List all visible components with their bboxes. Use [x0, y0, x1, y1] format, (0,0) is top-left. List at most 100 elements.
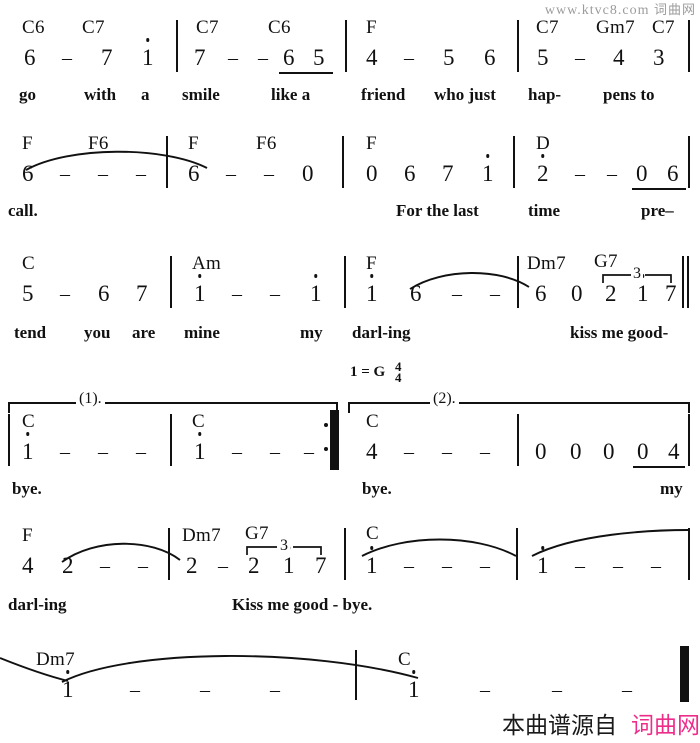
- note: 0: [302, 161, 314, 186]
- note-dash: –: [270, 441, 280, 463]
- volta-leg: [336, 402, 338, 413]
- note-dash: –: [138, 555, 148, 577]
- lyric: kiss me good-: [570, 323, 669, 342]
- note-dash: –: [552, 679, 562, 701]
- note-dash: –: [480, 555, 490, 577]
- slur: [60, 538, 182, 564]
- note-dash: –: [651, 555, 661, 577]
- barline: [8, 414, 10, 466]
- beam: [632, 188, 686, 190]
- barline: [170, 414, 172, 466]
- repeat-dot: [324, 423, 328, 428]
- note-dash: –: [442, 555, 452, 577]
- lyric: like a: [271, 85, 311, 104]
- chord-symbol: Dm7: [36, 649, 75, 670]
- system-6: Dm7 C 1 – – – 1 – – –: [0, 640, 700, 720]
- system-2: F F6 F F6 F D 6 – – – 6 – – 0 0 6 7 1 2 …: [0, 128, 700, 228]
- lyric: you: [84, 323, 111, 342]
- sheet-music-page: www.ktvc8.com 词曲网 C6 C7 C7 C6 F C7 Gm7 C…: [0, 0, 700, 743]
- repeat-barline: [324, 410, 339, 470]
- triplet-number: 3: [278, 537, 290, 554]
- triplet-bracket: 3: [245, 538, 323, 556]
- note: 2: [605, 281, 617, 306]
- note: 1: [637, 281, 649, 306]
- system-5: F Dm7 G7 C 4 2 – – 2 – 2 1 7 3 1 – – – 1…: [0, 520, 700, 625]
- footer-credit: 本曲谱源自 词曲网: [0, 713, 700, 739]
- barline: [344, 528, 346, 580]
- chord-symbol: C7: [536, 17, 559, 38]
- chord-symbol: F: [366, 17, 377, 38]
- note: 7: [101, 45, 113, 70]
- chord-symbol: F: [366, 133, 377, 154]
- barline: [345, 20, 347, 72]
- note: 6: [410, 281, 422, 306]
- slur: [60, 648, 420, 684]
- barline: [688, 136, 690, 188]
- note: 1: [408, 677, 420, 702]
- lyric: tend: [14, 323, 47, 342]
- note-dash: –: [480, 441, 490, 463]
- slur: [360, 536, 518, 560]
- lyric: Kiss me good - bye.: [232, 595, 373, 614]
- note: 1: [366, 281, 378, 306]
- note: 1: [22, 439, 34, 464]
- note: 7: [315, 553, 327, 578]
- note: 1: [194, 439, 206, 464]
- lyric: friend: [361, 85, 406, 104]
- note-dash: –: [136, 441, 146, 463]
- chord-symbol: C: [192, 411, 205, 432]
- system-4: 1 = G 4 4 (1). (2). C C C 1 – – – 1 – – …: [0, 360, 700, 505]
- lyric: hap-: [528, 85, 562, 104]
- note: 1: [283, 553, 295, 578]
- note: 5: [313, 45, 325, 70]
- note: 5: [22, 281, 34, 306]
- note-dash: –: [232, 441, 242, 463]
- footer-site-link[interactable]: 词曲网: [631, 713, 700, 739]
- chord-symbol: C6: [268, 17, 291, 38]
- note: 6: [22, 161, 34, 186]
- lyric: are: [132, 323, 156, 342]
- lyric: who just: [434, 85, 496, 104]
- chord-symbol: F: [22, 525, 33, 546]
- volta-line: [8, 402, 338, 404]
- triplet-bracket: 3: [601, 266, 673, 284]
- lyric: pens to: [603, 85, 655, 104]
- note: 7: [665, 281, 677, 306]
- note: 4: [613, 45, 625, 70]
- chord-symbol: G7: [245, 523, 269, 544]
- double-barline: [682, 256, 689, 308]
- chord-symbol: G7: [594, 251, 618, 272]
- note: 6: [404, 161, 416, 186]
- lyric: time: [528, 201, 561, 220]
- note-dash: –: [130, 679, 140, 701]
- note: 7: [442, 161, 454, 186]
- watermark-top: www.ktvc8.com 词曲网: [545, 0, 696, 19]
- time-signature: 4 4: [395, 360, 402, 383]
- note-dash: –: [404, 555, 414, 577]
- chord-symbol: C6: [22, 17, 45, 38]
- note: 7: [194, 45, 206, 70]
- note-dash: –: [60, 163, 70, 185]
- note: 6: [484, 45, 496, 70]
- note: 1: [62, 677, 74, 702]
- note: 0: [636, 161, 648, 186]
- note-dash: –: [607, 163, 617, 185]
- chord-symbol: C: [22, 253, 35, 274]
- note-dash: –: [228, 47, 238, 69]
- lyric: For the last: [396, 201, 479, 220]
- chord-symbol: C: [366, 523, 379, 544]
- note: 1: [482, 161, 494, 186]
- chord-symbol: F6: [256, 133, 277, 154]
- note: 0: [366, 161, 378, 186]
- chord-symbol: Gm7: [596, 17, 635, 38]
- note-dash: –: [575, 555, 585, 577]
- chord-symbol: F: [22, 133, 33, 154]
- repeat-dot: [324, 447, 328, 452]
- chord-symbol: C7: [82, 17, 105, 38]
- lyric: bye.: [12, 479, 42, 498]
- note: 1: [366, 553, 378, 578]
- note-dash: –: [200, 679, 210, 701]
- note-dash: –: [270, 283, 280, 305]
- note-dash: –: [60, 283, 70, 305]
- note: 1: [142, 45, 154, 70]
